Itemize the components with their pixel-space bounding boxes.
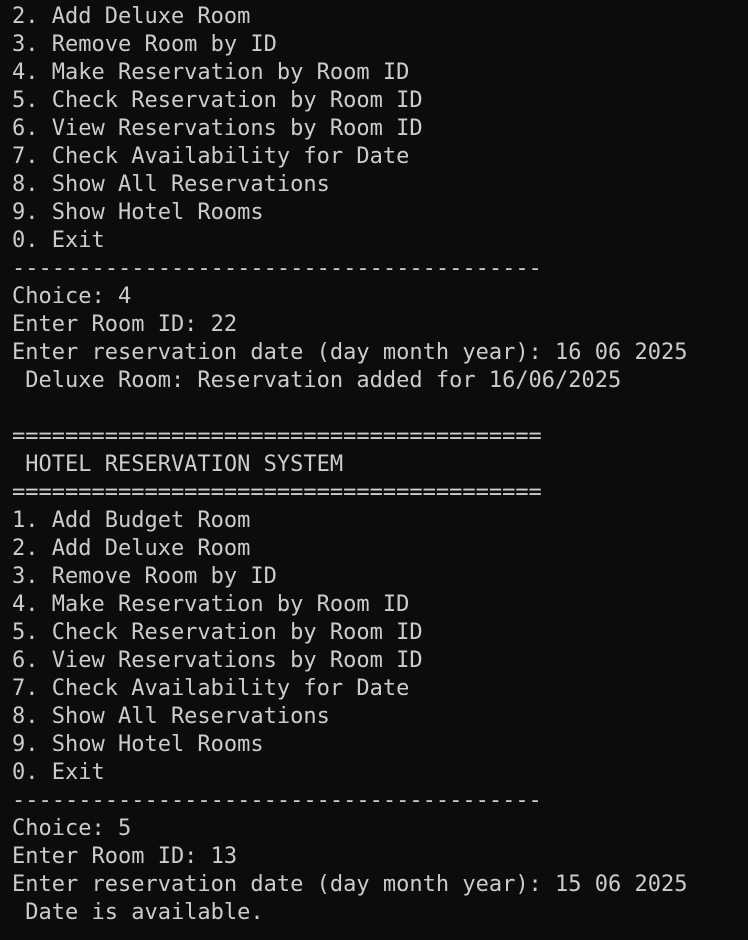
menu-item-view-reservations: 6. View Reservations by Room ID [12,648,423,673]
menu-item-show-hotel-rooms: 9. Show Hotel Rooms [12,732,264,757]
menu-item-add-deluxe-room: 2. Add Deluxe Room [12,4,251,29]
menu-item-add-budget-room: 1. Add Budget Room [12,508,251,533]
menu-item-view-reservations: 6. View Reservations by Room ID [12,116,423,141]
choice-line: Choice: 4 [12,284,132,309]
menu-item-remove-room: 3. Remove Room by ID [12,32,277,57]
menu-item-make-reservation: 4. Make Reservation by Room ID [12,60,410,85]
separator-dashes: ---------------------------------------- [12,788,542,813]
separator-equals-bottom: ======================================== [12,480,542,505]
availability-result-message: Date is available. [12,900,264,925]
menu-item-add-deluxe-room: 2. Add Deluxe Room [12,536,251,561]
choice-line: Choice: 5 [12,816,132,841]
menu-item-make-reservation: 4. Make Reservation by Room ID [12,592,410,617]
room-id-prompt: Enter Room ID: 13 [12,844,238,869]
menu-item-show-all-reservations: 8. Show All Reservations [12,172,330,197]
menu-item-show-hotel-rooms: 9. Show Hotel Rooms [12,200,264,225]
menu-item-check-availability: 7. Check Availability for Date [12,144,410,169]
menu-item-remove-room: 3. Remove Room by ID [12,564,277,589]
menu-item-exit: 0. Exit [12,228,105,253]
separator-dashes: ---------------------------------------- [12,256,542,281]
menu-item-check-availability: 7. Check Availability for Date [12,676,410,701]
menu-item-check-reservation: 5. Check Reservation by Room ID [12,88,423,113]
room-id-prompt: Enter Room ID: 22 [12,312,238,337]
reservation-result-message: Deluxe Room: Reservation added for 16/06… [12,368,622,393]
terminal-output: 2. Add Deluxe Room 3. Remove Room by ID … [12,3,748,940]
menu-item-check-reservation: 5. Check Reservation by Room ID [12,620,423,645]
menu-item-show-all-reservations: 8. Show All Reservations [12,704,330,729]
reservation-date-prompt: Enter reservation date (day month year):… [12,340,688,365]
menu-item-exit: 0. Exit [12,760,105,785]
menu-title: HOTEL RESERVATION SYSTEM [12,452,344,477]
separator-equals-top: ======================================== [12,424,542,449]
reservation-date-prompt: Enter reservation date (day month year):… [12,872,688,897]
